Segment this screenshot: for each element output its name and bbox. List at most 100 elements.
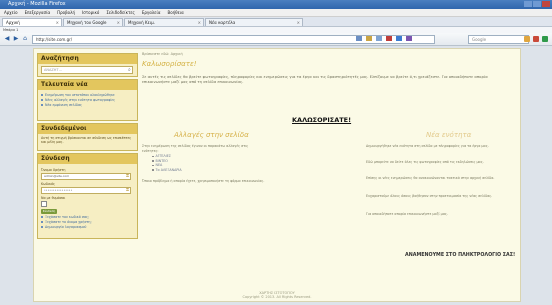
news-section-title: Νέα ενότητα [426,131,472,139]
search-icon[interactable]: ⌕ [128,67,133,73]
news-paragraph: Δημιουργήθηκε νέα ενότητα στη σελίδα με … [366,144,489,148]
menu-view[interactable]: Προβολή [57,9,75,16]
tab-label: Αρχική [6,20,20,25]
copyright-text: Copyright © 2013. All Rights Reserved. [242,295,312,299]
forgot-password-link[interactable]: Ξεχάσατε τον κωδικό σας; [41,215,134,219]
download-icon[interactable] [524,36,530,42]
close-tab-icon[interactable]: × [198,19,201,26]
status-icon[interactable] [542,36,548,42]
site-search-input[interactable]: ΑΝΑΖΗΤ... [41,66,133,74]
bullet-icon [41,99,43,101]
window-title: Αρχική - Mozilla Firefox [8,1,66,7]
intro-text: Σε αυτές τις σελίδες θα βρείτε φωτογραφί… [142,74,488,84]
username-label: Όνομα Χρήστη [41,168,66,172]
menu-bar: Αρχείο Επεξεργασία Προβολή Ιστορικό Σελι… [0,9,552,17]
page-viewport: Αναζήτηση ΑΝΑΖΗΤ... ⌕ Τελευταία νέα Ενημ… [0,46,552,305]
window-titlebar: Αρχική - Mozilla Firefox [0,0,552,9]
latest-news-title: Τελευταία νέα [38,80,137,90]
search-placeholder: Google [472,37,487,42]
key-icon: ⚿ [125,187,129,192]
page-content: Αναζήτηση ΑΝΑΖΗΤ... ⌕ Τελευταία νέα Ενημ… [33,48,521,302]
url-action-icons [356,36,412,41]
latest-news-box: Τελευταία νέα Ενημέρωση του ιστοτόπου ολ… [37,79,138,121]
bookmark-star-icon[interactable] [356,36,362,41]
changes-text: Στην ενημέρωση της σελίδας έγιναν οι παρ… [142,144,249,153]
online-users-text: Αυτή τη στιγμή βρίσκονται σε σύνδεση ως … [41,136,132,144]
navigation-bar: ◀ ▶ ⌂ http://site.com.gr/ Google [0,33,552,46]
forgot-username-link[interactable]: Ξεχάσατε το όνομα χρήστη; [41,220,134,224]
tab-fourth[interactable]: Νέα καρτέλα × [205,18,303,26]
changes-footer: Όποιο πρόβλημα ή απορία έχετε, χρησιμοπο… [142,179,265,183]
menu-icon[interactable] [533,36,539,42]
changes-list: ΑΓΓΕΛΙΕΣ ΒΙΝΤΕΟ NEA Τα ΑΛΕΞΑΝΔΡΙΑ [152,154,182,172]
search-box: Αναζήτηση ΑΝΑΖΗΤ... ⌕ [37,53,138,77]
login-title: Σύνδεση [38,154,137,164]
bookmark-item[interactable]: Μπάρα 1 [3,28,18,32]
tab-google[interactable]: Μηχανή του Google × [63,18,123,26]
forward-icon[interactable]: ▶ [12,35,20,43]
password-label: Κωδικός [41,182,55,186]
tab-label: Μηχανή του Google [67,20,107,25]
maximize-icon[interactable] [533,1,541,7]
bullet-icon [41,226,43,228]
search-box-title: Αναζήτηση [38,54,137,64]
tab-home[interactable]: Αρχική × [2,18,62,26]
tab-label: Νέα καρτέλα [209,20,236,25]
page-title: Καλωσορίσατε! [142,60,197,68]
minimize-icon[interactable] [524,1,532,7]
feed-icon[interactable] [366,36,372,41]
password-field[interactable]: •••••••••••••••• ⚿ [41,187,131,194]
news-paragraph: Ευχαριστούμε όλους όσους βοήθησαν στην π… [366,194,493,198]
news-link[interactable]: Ενημέρωση του ιστοτόπου ολοκληρώθηκε [41,93,134,97]
bullet-icon [41,104,43,106]
news-paragraph: Εδώ μπορείτε να δείτε όλες τις φωτογραφί… [366,160,484,164]
login-box: Σύνδεση Όνομα Χρήστη admin@site.com ⚿ Κω… [37,153,138,239]
news-link[interactable]: Νέες αλλαγές στην ενότητα φωτογραφίες [41,98,134,102]
window-controls [524,1,550,7]
extension-icon[interactable] [406,36,412,41]
username-value: admin@site.com [44,174,70,178]
menu-tools[interactable]: Εργαλεία [142,9,161,16]
menu-edit[interactable]: Επεξεργασία [25,9,51,16]
page-footer: ΧΑΡΤΗΣ ΙΣΤΟΤΟΠΟΥ Copyright © 2013. All R… [34,291,520,299]
home-icon[interactable]: ⌂ [21,35,29,43]
thanks-text: ΑΝΑΜΕΝΟΥΜΕ ΣΤΟ ΠΛΗΚΤΡΟΛΟΓΙΟ ΣΑΣ! [405,253,516,258]
close-tab-icon[interactable]: × [56,19,59,26]
close-icon[interactable] [542,1,550,7]
online-users-box: Συνδεδεμένοι Αυτή τη στιγμή βρίσκονται σ… [37,123,138,151]
bullet-icon [41,94,43,96]
register-link[interactable]: Δημιουργία λογαριασμού [41,225,134,229]
news-paragraph: Επίσης οι νέες ενημερώσεις θα ανακοινώνο… [366,176,495,180]
breadcrumb: Βρίσκεστε εδώ: Αρχική [142,52,183,56]
search-bar[interactable]: Google [468,35,529,44]
remember-label: Να με θυμάσαι [41,196,66,200]
online-users-title: Συνδεδεμένοι [38,124,137,134]
bullet-icon [41,221,43,223]
menu-bookmarks[interactable]: Σελιδοδείκτες [106,9,135,16]
close-tab-icon[interactable]: × [297,19,300,26]
menu-help[interactable]: Βοήθεια [167,9,183,16]
tab-bar: Αρχική × Μηχανή του Google × Μηχανή Κειμ… [0,17,552,27]
menu-history[interactable]: Ιστορικό [82,9,99,16]
changes-title: Αλλαγές στην σελίδα [174,131,249,139]
tab-label: Μηχανή Κειμ. [128,20,155,25]
menu-file[interactable]: Αρχείο [4,9,18,16]
url-text: http://site.com.gr/ [36,37,73,42]
username-field[interactable]: admin@site.com ⚿ [41,173,131,180]
sync-icon[interactable] [396,36,402,41]
tab-third[interactable]: Μηχανή Κειμ. × [124,18,204,26]
news-paragraph: Για οποιαδήποτε απορία επικοινωνήστε μαζ… [366,212,448,216]
news-link[interactable]: Νέα εμφάνιση σελίδας [41,103,134,107]
toolbar-icons [524,36,548,42]
back-icon[interactable]: ◀ [3,35,11,43]
reload-icon[interactable] [376,36,382,41]
bullet-icon [41,216,43,218]
list-item: Τα ΑΛΕΞΑΝΔΡΙΑ [152,168,182,173]
login-button[interactable]: Σύνδεση [41,209,57,214]
addon-icon[interactable] [386,36,392,41]
close-tab-icon[interactable]: × [117,19,120,26]
welcome-heading: ΚΑΛΩΣΟΡΙΣΑΤΕ! [292,116,352,124]
key-icon: ⚿ [125,173,129,178]
search-input-placeholder: ΑΝΑΖΗΤ... [44,68,62,72]
remember-checkbox[interactable] [41,201,47,207]
